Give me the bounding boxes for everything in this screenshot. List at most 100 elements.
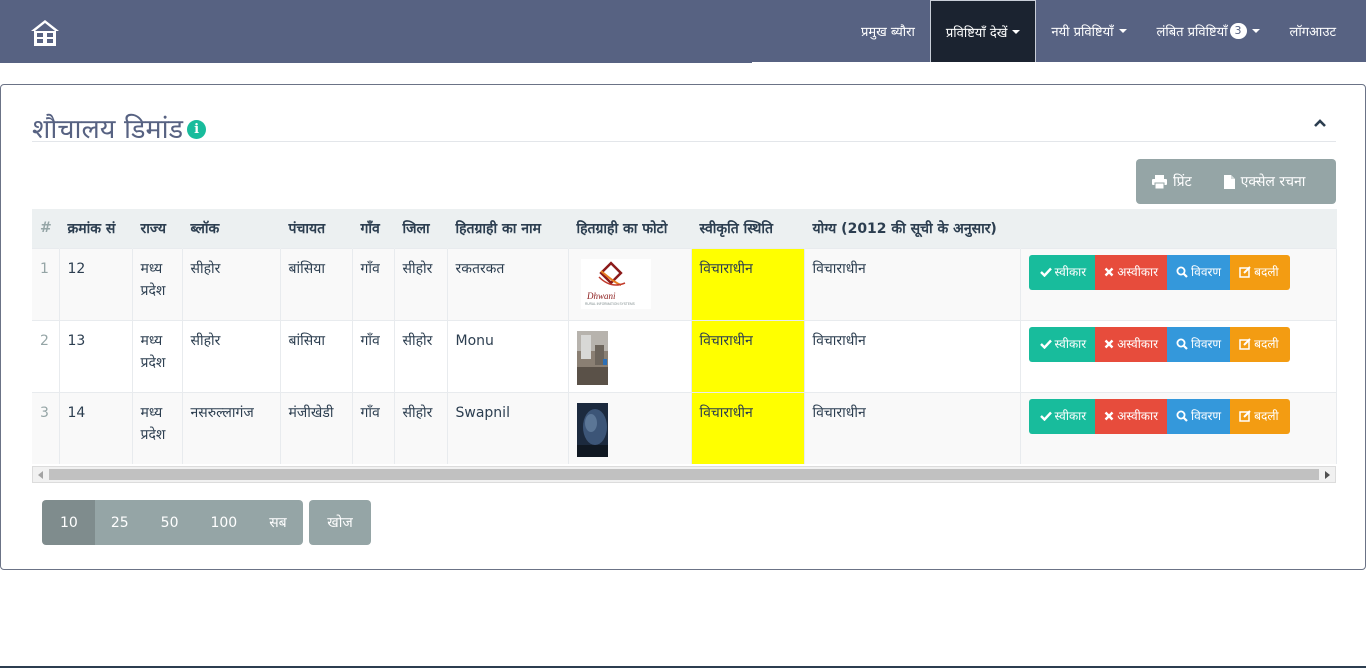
edit-button[interactable]: बदली xyxy=(1230,398,1290,434)
top-navbar: प्रमुख ब्यौरा प्रविष्टियाँ देखें नयी प्र… xyxy=(0,0,1366,62)
nav-logout[interactable]: लॉगआउट xyxy=(1275,0,1366,62)
nav-logout-label: लॉगआउट xyxy=(1289,25,1336,40)
accept-button[interactable]: स्वीकार xyxy=(1028,326,1096,362)
check-icon xyxy=(1039,411,1052,421)
col-header-district[interactable]: जिला xyxy=(394,209,448,248)
logo-brand-subtext: RURAL INFORMATION SYSTEMS xyxy=(585,302,635,306)
edit-button[interactable]: बदली xyxy=(1230,326,1290,362)
row-actions: स्वीकार अस्वीकार विवरण बदली xyxy=(1020,319,1337,392)
beneficiary-photo-thumbnail[interactable] xyxy=(576,402,608,457)
accept-button[interactable]: स्वीकार xyxy=(1028,254,1096,290)
nav-dashboard-label: प्रमुख ब्यौरा xyxy=(860,25,915,40)
edit-button[interactable]: बदली xyxy=(1230,254,1290,290)
nav-view-entries[interactable]: प्रविष्टियाँ देखें xyxy=(929,0,1037,62)
col-header-beneficiary-name[interactable]: हितग्राही का नाम xyxy=(447,209,569,248)
accept-button[interactable]: स्वीकार xyxy=(1028,398,1096,434)
nav-new-entries[interactable]: नयी प्रविष्टियाँ xyxy=(1036,0,1141,62)
col-header-eligible[interactable]: योग्य (2012 की सूची के अनुसार) xyxy=(804,209,1021,248)
edit-icon xyxy=(1239,266,1251,278)
row-photo-cell: Dhwani RURAL INFORMATION SYSTEMS xyxy=(568,247,692,320)
page-length-25[interactable]: 25 xyxy=(94,500,145,545)
row-block: सीहोर xyxy=(182,247,281,320)
edit-button-label: बदली xyxy=(1254,337,1279,351)
excel-export-label: एक्सेल रचना xyxy=(1240,174,1306,190)
check-icon xyxy=(1039,267,1052,277)
row-state: मध्य प्रदेश xyxy=(132,319,183,392)
accept-button-label: स्वीकार xyxy=(1054,409,1087,423)
page-length-group: 10 25 50 100 सब xyxy=(42,500,303,545)
col-header-state[interactable]: राज्य xyxy=(132,209,183,248)
file-icon xyxy=(1223,174,1235,189)
entries-table: # क्रमांक सं राज्य ब्लॉक पंचायत गाँव जिल… xyxy=(32,209,1337,464)
page-length-all[interactable]: सब xyxy=(253,500,303,545)
table-row: 3 14 मध्य प्रदेश नसरुल्लागंज मंजीखेडी गा… xyxy=(32,391,1337,464)
reject-button[interactable]: अस्वीकार xyxy=(1095,326,1168,362)
col-header-beneficiary-photo[interactable]: हितग्राही का फोटो xyxy=(568,209,692,248)
print-button[interactable]: प्रिंट xyxy=(1136,159,1208,204)
search-icon xyxy=(1176,266,1188,278)
beneficiary-photo-thumbnail[interactable] xyxy=(576,330,608,385)
col-header-approval-status[interactable]: स्वीकृति स्थिति xyxy=(691,209,805,248)
reject-button[interactable]: अस्वीकार xyxy=(1095,398,1168,434)
row-photo-cell xyxy=(568,391,692,464)
row-beneficiary-name: रकतरकत xyxy=(447,247,569,320)
col-header-block[interactable]: ब्लॉक xyxy=(182,209,281,248)
nav-pending-entries[interactable]: लंबित प्रविष्टियाँ 3 xyxy=(1142,0,1275,62)
reject-button[interactable]: अस्वीकार xyxy=(1095,254,1168,290)
main-nav: प्रमुख ब्यौरा प्रविष्टियाँ देखें नयी प्र… xyxy=(846,0,1366,62)
reject-button-label: अस्वीकार xyxy=(1117,337,1159,351)
logo-brand-text: Dhwani xyxy=(586,291,616,301)
row-district: सीहोर xyxy=(394,391,448,464)
row-panchayat: मंजीखेडी xyxy=(280,391,353,464)
scrollbar-thumb[interactable] xyxy=(49,469,1319,480)
row-actions: स्वीकार अस्वीकार विवरण बदली xyxy=(1020,247,1337,320)
search-icon xyxy=(1176,338,1188,350)
col-header-village[interactable]: गाँव xyxy=(352,209,395,248)
row-actions: स्वीकार अस्वीकार विवरण बदली xyxy=(1020,391,1337,464)
row-approval-status: विचाराधीन xyxy=(691,319,805,392)
search-button[interactable]: खोज xyxy=(309,500,371,545)
scroll-left-icon[interactable] xyxy=(38,471,43,479)
reject-button-label: अस्वीकार xyxy=(1117,265,1159,279)
row-serial: 14 xyxy=(59,391,133,464)
entries-table-wrapper: # क्रमांक सं राज्य ब्लॉक पंचायत गाँव जिल… xyxy=(32,209,1337,464)
info-icon[interactable]: i xyxy=(187,120,207,139)
row-village: गाँव xyxy=(352,247,395,320)
home-logo-icon[interactable] xyxy=(30,19,60,47)
page-length-50[interactable]: 50 xyxy=(144,500,195,545)
dhwani-logo-thumbnail[interactable]: Dhwani RURAL INFORMATION SYSTEMS xyxy=(580,258,651,309)
row-eligible: विचाराधीन xyxy=(804,319,1021,392)
title-divider xyxy=(32,141,1336,142)
col-header-actions xyxy=(1020,209,1337,248)
row-village: गाँव xyxy=(352,319,395,392)
check-icon xyxy=(1039,339,1052,349)
row-panchayat: बांसिया xyxy=(280,319,353,392)
row-beneficiary-name: Monu xyxy=(447,319,569,392)
close-icon xyxy=(1104,339,1114,349)
detail-button[interactable]: विवरण xyxy=(1167,398,1231,434)
row-index: 3 xyxy=(32,391,60,464)
row-action-group: स्वीकार अस्वीकार विवरण बदली xyxy=(1028,398,1328,434)
horizontal-scrollbar[interactable] xyxy=(32,466,1336,483)
nav-new-entries-label: नयी प्रविष्टियाँ xyxy=(1051,25,1114,40)
page-length-100[interactable]: 100 xyxy=(194,500,254,545)
row-index: 2 xyxy=(32,319,60,392)
col-header-serial[interactable]: क्रमांक सं xyxy=(59,209,133,248)
row-district: सीहोर xyxy=(394,247,448,320)
chevron-up-icon[interactable] xyxy=(1313,115,1327,129)
row-eligible: विचाराधीन xyxy=(804,391,1021,464)
row-photo-cell xyxy=(568,319,692,392)
row-serial: 13 xyxy=(59,319,133,392)
row-district: सीहोर xyxy=(394,319,448,392)
excel-export-button[interactable]: एक्सेल रचना xyxy=(1208,159,1322,204)
page-length-10[interactable]: 10 xyxy=(42,500,95,545)
col-header-panchayat[interactable]: पंचायत xyxy=(280,209,353,248)
row-beneficiary-name: Swapnil xyxy=(447,391,569,464)
scroll-right-icon[interactable] xyxy=(1325,471,1330,479)
col-header-index[interactable]: # xyxy=(32,209,60,248)
accept-button-label: स्वीकार xyxy=(1054,337,1087,351)
detail-button[interactable]: विवरण xyxy=(1167,254,1231,290)
nav-dashboard[interactable]: प्रमुख ब्यौरा xyxy=(846,0,930,62)
detail-button[interactable]: विवरण xyxy=(1167,326,1231,362)
reject-button-label: अस्वीकार xyxy=(1117,409,1159,423)
